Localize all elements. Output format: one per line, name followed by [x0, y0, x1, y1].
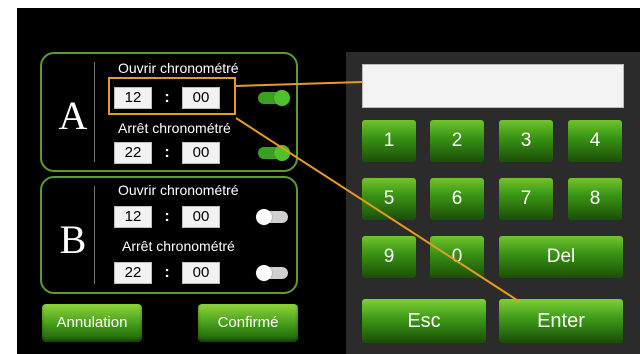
- highlight-to-enter-line: [235, 117, 521, 303]
- highlight-to-display-line: [235, 81, 363, 87]
- annotation-lines: [235, 81, 521, 303]
